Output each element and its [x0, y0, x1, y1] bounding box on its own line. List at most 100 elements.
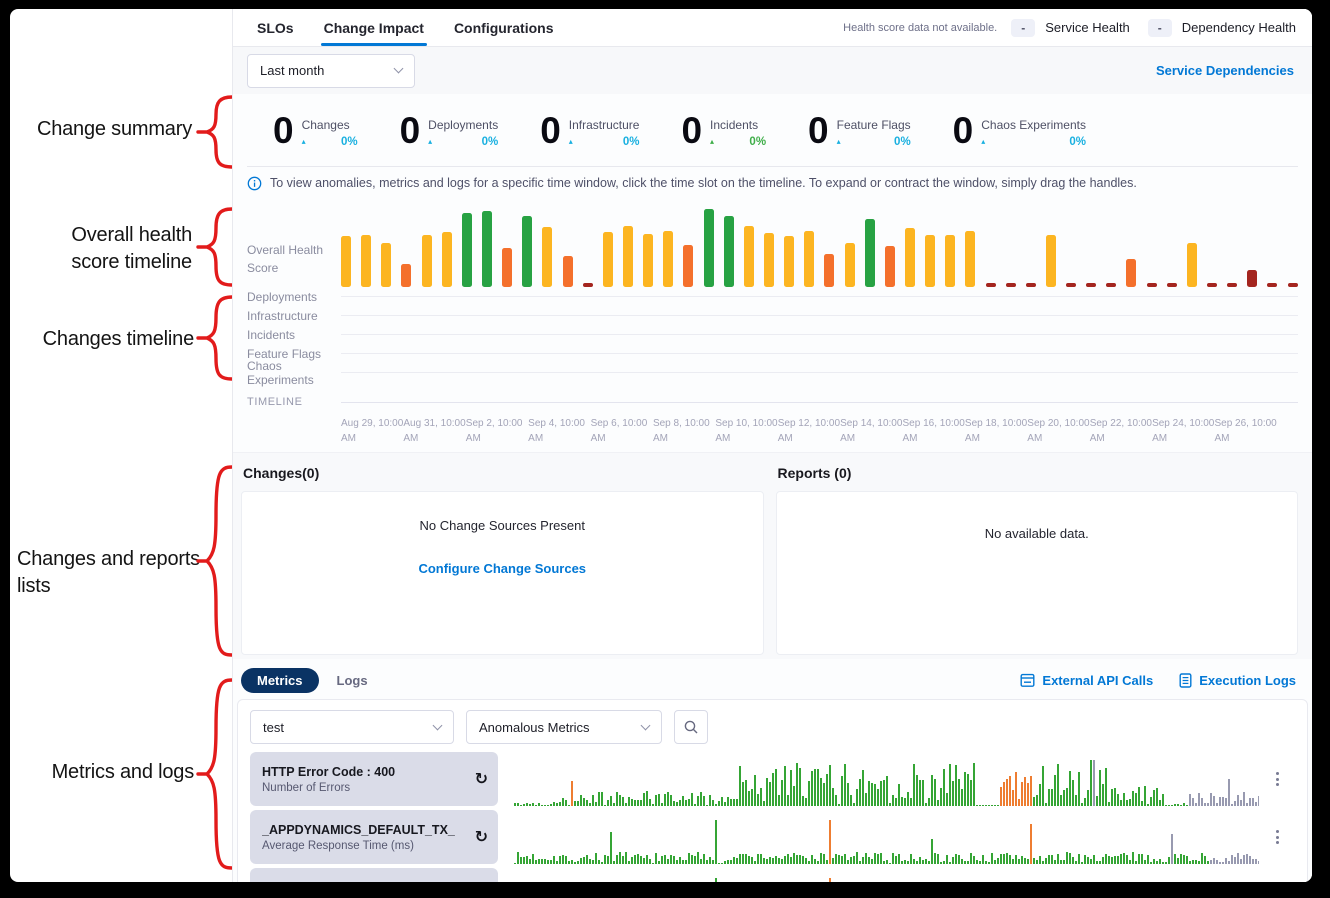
- kebab-menu-icon[interactable]: [1259, 868, 1295, 882]
- health-score-bar[interactable]: [1167, 283, 1177, 287]
- external-api-calls-link[interactable]: External API Calls: [1020, 673, 1153, 688]
- health-score-bar[interactable]: [804, 231, 814, 287]
- stat-percent: 0%: [623, 136, 640, 148]
- metric-row: _APPDYNAMICS_DEFAULT_TX_Average Response…: [250, 810, 1295, 864]
- timeline-date: Sep 22, 10:00AM: [1090, 416, 1152, 446]
- metric-label-card[interactable]: [250, 868, 498, 882]
- health-score-bar[interactable]: [522, 216, 532, 287]
- service-filter-select[interactable]: test: [250, 710, 454, 744]
- health-score-bar[interactable]: [845, 243, 855, 287]
- health-score-bar[interactable]: [1086, 283, 1096, 287]
- health-score-bar[interactable]: [986, 283, 996, 287]
- top-tab-bar: SLOsChange ImpactConfigurations Health s…: [233, 9, 1312, 47]
- health-score-bar[interactable]: [381, 243, 391, 287]
- health-score-bar[interactable]: [1267, 283, 1277, 287]
- stat-percent: 0%: [341, 136, 358, 148]
- annotation-brace: [194, 207, 236, 287]
- date-line1: Aug 29, 10:00: [341, 416, 403, 431]
- health-score-bar[interactable]: [683, 245, 693, 287]
- dependency-health-label: Dependency Health: [1182, 20, 1296, 35]
- change-row-feature-flags: Feature Flags: [233, 344, 1312, 363]
- execution-logs-link[interactable]: Execution Logs: [1179, 673, 1296, 688]
- health-score-bar[interactable]: [1187, 243, 1197, 287]
- health-score-bar[interactable]: [1026, 283, 1036, 287]
- health-score-bar[interactable]: [583, 283, 593, 287]
- service-dependencies-link[interactable]: Service Dependencies: [1156, 63, 1294, 78]
- health-score-bar[interactable]: [945, 235, 955, 287]
- kebab-menu-icon[interactable]: [1259, 810, 1295, 864]
- stat-trend: ▴0%: [302, 136, 358, 148]
- tab-logs[interactable]: Logs: [337, 673, 368, 688]
- health-score-bar[interactable]: [542, 227, 552, 287]
- health-score-bar[interactable]: [422, 235, 432, 287]
- health-score-bar[interactable]: [784, 236, 794, 287]
- health-score-bar[interactable]: [764, 233, 774, 287]
- health-score-bar[interactable]: [623, 226, 633, 287]
- annotation-change-summary: Change summary: [37, 116, 192, 143]
- health-score-bar[interactable]: [724, 216, 734, 287]
- health-score-bar[interactable]: [1046, 235, 1056, 287]
- health-score-bar[interactable]: [563, 256, 573, 287]
- health-score-bar[interactable]: [643, 234, 653, 287]
- timeline-date: Sep 20, 10:00AM: [1027, 416, 1089, 446]
- health-score-bar[interactable]: [1066, 283, 1076, 287]
- configure-change-sources-link[interactable]: Configure Change Sources: [418, 561, 586, 576]
- health-score-bar[interactable]: [1288, 283, 1298, 287]
- metric-label-card[interactable]: HTTP Error Code : 400Number of Errors↻: [250, 752, 498, 806]
- health-score-bar[interactable]: [341, 236, 351, 287]
- health-score-bar[interactable]: [965, 231, 975, 287]
- health-score-bar[interactable]: [1106, 283, 1116, 287]
- health-score-bar[interactable]: [462, 213, 472, 287]
- time-range-select[interactable]: Last month: [247, 54, 415, 88]
- timeline-date: Sep 18, 10:00AM: [965, 416, 1027, 446]
- health-score-bar[interactable]: [502, 248, 512, 287]
- stat-trend: ▴0%: [981, 136, 1086, 148]
- health-score-bar[interactable]: [1006, 283, 1016, 287]
- health-score-bar[interactable]: [603, 232, 613, 287]
- health-score-bar[interactable]: [663, 231, 673, 287]
- health-score-bar[interactable]: [1227, 283, 1237, 287]
- tab-slos[interactable]: SLOs: [257, 9, 294, 46]
- change-row-label: Chaos Experiments: [247, 359, 341, 387]
- date-line2: AM: [591, 431, 653, 446]
- chevron-down-icon: [433, 720, 443, 730]
- summary-stat-incidents: 0Incidents▴0%: [681, 113, 766, 148]
- tab-change-impact[interactable]: Change Impact: [324, 9, 424, 46]
- health-score-bar[interactable]: [482, 211, 492, 287]
- date-line2: AM: [528, 431, 590, 446]
- annotation-metrics-and-logs: Metrics and logs: [52, 759, 194, 786]
- health-score-bar[interactable]: [824, 254, 834, 287]
- metric-title: _APPDYNAMICS_DEFAULT_TX_: [262, 823, 464, 837]
- change-row-label: Deployments: [247, 290, 341, 304]
- service-health-label: Service Health: [1045, 20, 1130, 35]
- health-score-bar[interactable]: [865, 219, 875, 287]
- metric-filter-select[interactable]: Anomalous Metrics: [466, 710, 662, 744]
- health-score-bar[interactable]: [885, 246, 895, 287]
- kebab-menu-icon[interactable]: [1259, 752, 1295, 806]
- stat-label: Changes: [302, 118, 358, 132]
- health-score-bar[interactable]: [361, 235, 371, 287]
- tab-configurations[interactable]: Configurations: [454, 9, 554, 46]
- change-row-label: Infrastructure: [247, 309, 341, 323]
- health-score-bar[interactable]: [744, 226, 754, 287]
- health-score-bars[interactable]: [341, 203, 1298, 287]
- date-line2: AM: [965, 431, 1027, 446]
- health-score-bar[interactable]: [925, 235, 935, 287]
- timeline-axis-row: TIMELINE: [233, 392, 1312, 412]
- health-score-bar[interactable]: [704, 209, 714, 287]
- health-score-bar[interactable]: [401, 264, 411, 287]
- refresh-icon[interactable]: ↻: [475, 769, 488, 789]
- health-score-bar[interactable]: [442, 232, 452, 287]
- health-score-bar[interactable]: [1147, 283, 1157, 287]
- health-score-bar[interactable]: [905, 228, 915, 287]
- tab-metrics[interactable]: Metrics: [241, 668, 319, 693]
- top-tabs: SLOs Change Impact Configurations: [257, 9, 553, 46]
- refresh-icon[interactable]: ↻: [475, 827, 488, 847]
- changes-panel-title: Changes(0): [243, 465, 764, 481]
- health-score-bar[interactable]: [1126, 259, 1136, 287]
- search-button[interactable]: [674, 710, 708, 744]
- metric-label-card[interactable]: _APPDYNAMICS_DEFAULT_TX_Average Response…: [250, 810, 498, 864]
- health-score-bar[interactable]: [1247, 270, 1257, 287]
- health-score-bar[interactable]: [1207, 283, 1217, 287]
- annotation-brace: [194, 678, 236, 870]
